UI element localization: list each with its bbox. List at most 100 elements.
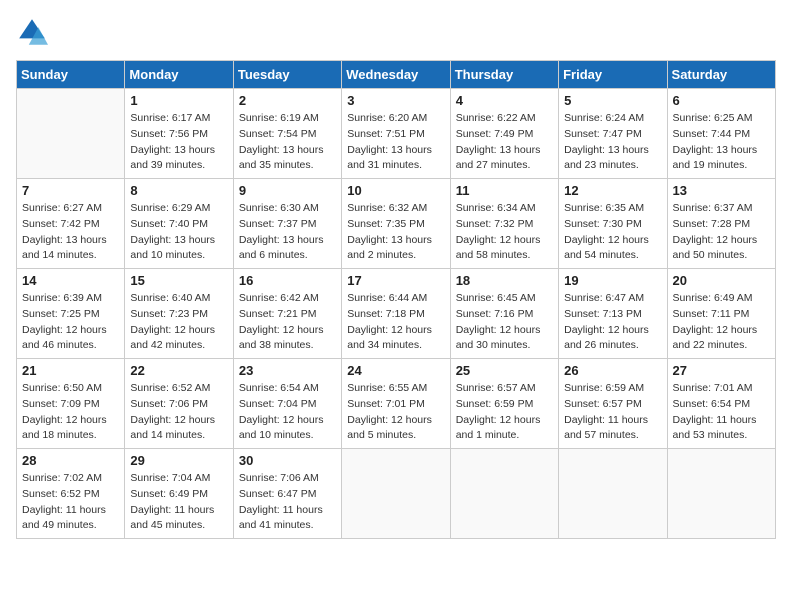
- calendar-week-2: 7 Sunrise: 6:27 AMSunset: 7:42 PMDaylight…: [17, 179, 776, 269]
- day-number: 14: [22, 273, 119, 288]
- day-number: 25: [456, 363, 553, 378]
- day-info: Sunrise: 6:20 AMSunset: 7:51 PMDaylight:…: [347, 111, 444, 174]
- calendar-cell: 7 Sunrise: 6:27 AMSunset: 7:42 PMDaylight…: [17, 179, 125, 269]
- calendar-week-3: 14 Sunrise: 6:39 AMSunset: 7:25 PMDayligh…: [17, 269, 776, 359]
- day-number: 28: [22, 453, 119, 468]
- calendar-cell: 20 Sunrise: 6:49 AMSunset: 7:11 PMDayligh…: [667, 269, 775, 359]
- calendar-cell: 27 Sunrise: 7:01 AMSunset: 6:54 PMDayligh…: [667, 359, 775, 449]
- calendar-cell: [559, 449, 667, 539]
- day-info: Sunrise: 7:02 AMSunset: 6:52 PMDaylight:…: [22, 471, 119, 534]
- day-number: 29: [130, 453, 227, 468]
- day-info: Sunrise: 6:30 AMSunset: 7:37 PMDaylight:…: [239, 201, 336, 264]
- calendar-cell: [17, 89, 125, 179]
- calendar-body: 1 Sunrise: 6:17 AMSunset: 7:56 PMDaylight…: [17, 89, 776, 539]
- calendar-cell: 15Sunrise: 6:40 AMSunset: 7:23 PMDayligh…: [125, 269, 233, 359]
- logo: [16, 16, 52, 48]
- calendar-cell: 1 Sunrise: 6:17 AMSunset: 7:56 PMDaylight…: [125, 89, 233, 179]
- calendar-cell: 5 Sunrise: 6:24 AMSunset: 7:47 PMDaylight…: [559, 89, 667, 179]
- day-number: 26: [564, 363, 661, 378]
- calendar-week-5: 28 Sunrise: 7:02 AMSunset: 6:52 PMDayligh…: [17, 449, 776, 539]
- calendar-cell: 25 Sunrise: 6:57 AMSunset: 6:59 PMDayligh…: [450, 359, 558, 449]
- day-info: Sunrise: 6:37 AMSunset: 7:28 PMDaylight:…: [673, 201, 770, 264]
- day-number: 18: [456, 273, 553, 288]
- day-number: 19: [564, 273, 661, 288]
- day-info: Sunrise: 6:44 AMSunset: 7:18 PMDaylight:…: [347, 291, 444, 354]
- day-info: Sunrise: 6:59 AMSunset: 6:57 PMDaylight:…: [564, 381, 661, 444]
- weekday-header-row: SundayMondayTuesdayWednesdayThursdayFrid…: [17, 61, 776, 89]
- calendar-cell: 23Sunrise: 6:54 AMSunset: 7:04 PMDayligh…: [233, 359, 341, 449]
- day-number: 22: [130, 363, 227, 378]
- calendar-cell: 18 Sunrise: 6:45 AMSunset: 7:16 PMDayligh…: [450, 269, 558, 359]
- day-info: Sunrise: 6:34 AMSunset: 7:32 PMDaylight:…: [456, 201, 553, 264]
- day-number: 1: [130, 93, 227, 108]
- calendar-cell: [342, 449, 450, 539]
- calendar-cell: 17 Sunrise: 6:44 AMSunset: 7:18 PMDayligh…: [342, 269, 450, 359]
- weekday-header-monday: Monday: [125, 61, 233, 89]
- day-number: 30: [239, 453, 336, 468]
- day-info: Sunrise: 6:27 AMSunset: 7:42 PMDaylight:…: [22, 201, 119, 264]
- day-info: Sunrise: 6:50 AMSunset: 7:09 PMDaylight:…: [22, 381, 119, 444]
- day-number: 24: [347, 363, 444, 378]
- day-number: 2: [239, 93, 336, 108]
- weekday-header-friday: Friday: [559, 61, 667, 89]
- day-info: Sunrise: 6:49 AMSunset: 7:11 PMDaylight:…: [673, 291, 770, 354]
- day-number: 6: [673, 93, 770, 108]
- day-number: 5: [564, 93, 661, 108]
- calendar-cell: 28 Sunrise: 7:02 AMSunset: 6:52 PMDayligh…: [17, 449, 125, 539]
- weekday-header-saturday: Saturday: [667, 61, 775, 89]
- day-info: Sunrise: 6:45 AMSunset: 7:16 PMDaylight:…: [456, 291, 553, 354]
- day-number: 27: [673, 363, 770, 378]
- calendar-cell: 11 Sunrise: 6:34 AMSunset: 7:32 PMDayligh…: [450, 179, 558, 269]
- calendar-cell: 14 Sunrise: 6:39 AMSunset: 7:25 PMDayligh…: [17, 269, 125, 359]
- calendar-cell: 8 Sunrise: 6:29 AMSunset: 7:40 PMDaylight…: [125, 179, 233, 269]
- day-number: 11: [456, 183, 553, 198]
- day-info: Sunrise: 6:19 AMSunset: 7:54 PMDaylight:…: [239, 111, 336, 174]
- calendar-cell: 21 Sunrise: 6:50 AMSunset: 7:09 PMDayligh…: [17, 359, 125, 449]
- day-info: Sunrise: 6:22 AMSunset: 7:49 PMDaylight:…: [456, 111, 553, 174]
- day-info: Sunrise: 6:29 AMSunset: 7:40 PMDaylight:…: [130, 201, 227, 264]
- calendar-table: SundayMondayTuesdayWednesdayThursdayFrid…: [16, 60, 776, 539]
- day-info: Sunrise: 6:24 AMSunset: 7:47 PMDaylight:…: [564, 111, 661, 174]
- calendar-header: SundayMondayTuesdayWednesdayThursdayFrid…: [17, 61, 776, 89]
- day-number: 3: [347, 93, 444, 108]
- day-info: Sunrise: 6:40 AMSunset: 7:23 PMDaylight:…: [130, 291, 227, 354]
- day-number: 7: [22, 183, 119, 198]
- day-info: Sunrise: 6:42 AMSunset: 7:21 PMDaylight:…: [239, 291, 336, 354]
- day-info: Sunrise: 7:06 AMSunset: 6:47 PMDaylight:…: [239, 471, 336, 534]
- day-info: Sunrise: 7:01 AMSunset: 6:54 PMDaylight:…: [673, 381, 770, 444]
- day-number: 17: [347, 273, 444, 288]
- calendar-week-4: 21 Sunrise: 6:50 AMSunset: 7:09 PMDayligh…: [17, 359, 776, 449]
- day-info: Sunrise: 6:54 AMSunset: 7:04 PMDaylight:…: [239, 381, 336, 444]
- weekday-header-sunday: Sunday: [17, 61, 125, 89]
- calendar-cell: 29 Sunrise: 7:04 AMSunset: 6:49 PMDayligh…: [125, 449, 233, 539]
- calendar-cell: 6 Sunrise: 6:25 AMSunset: 7:44 PMDaylight…: [667, 89, 775, 179]
- day-number: 20: [673, 273, 770, 288]
- calendar-cell: 10 Sunrise: 6:32 AMSunset: 7:35 PMDayligh…: [342, 179, 450, 269]
- day-number: 9: [239, 183, 336, 198]
- day-info: Sunrise: 6:47 AMSunset: 7:13 PMDaylight:…: [564, 291, 661, 354]
- day-number: 21: [22, 363, 119, 378]
- day-number: 4: [456, 93, 553, 108]
- calendar-cell: 22Sunrise: 6:52 AMSunset: 7:06 PMDayligh…: [125, 359, 233, 449]
- weekday-header-wednesday: Wednesday: [342, 61, 450, 89]
- calendar-cell: [450, 449, 558, 539]
- calendar-cell: [667, 449, 775, 539]
- calendar-cell: 9 Sunrise: 6:30 AMSunset: 7:37 PMDaylight…: [233, 179, 341, 269]
- day-info: Sunrise: 6:55 AMSunset: 7:01 PMDaylight:…: [347, 381, 444, 444]
- weekday-header-tuesday: Tuesday: [233, 61, 341, 89]
- day-number: 8: [130, 183, 227, 198]
- page-header: [16, 16, 776, 48]
- day-info: Sunrise: 6:57 AMSunset: 6:59 PMDaylight:…: [456, 381, 553, 444]
- day-number: 10: [347, 183, 444, 198]
- day-info: Sunrise: 6:32 AMSunset: 7:35 PMDaylight:…: [347, 201, 444, 264]
- calendar-cell: 30 Sunrise: 7:06 AMSunset: 6:47 PMDayligh…: [233, 449, 341, 539]
- day-info: Sunrise: 6:25 AMSunset: 7:44 PMDaylight:…: [673, 111, 770, 174]
- calendar-cell: 19 Sunrise: 6:47 AMSunset: 7:13 PMDayligh…: [559, 269, 667, 359]
- calendar-cell: 13 Sunrise: 6:37 AMSunset: 7:28 PMDayligh…: [667, 179, 775, 269]
- day-info: Sunrise: 6:39 AMSunset: 7:25 PMDaylight:…: [22, 291, 119, 354]
- day-number: 13: [673, 183, 770, 198]
- day-info: Sunrise: 6:35 AMSunset: 7:30 PMDaylight:…: [564, 201, 661, 264]
- day-info: Sunrise: 7:04 AMSunset: 6:49 PMDaylight:…: [130, 471, 227, 534]
- calendar-cell: 2 Sunrise: 6:19 AMSunset: 7:54 PMDaylight…: [233, 89, 341, 179]
- day-info: Sunrise: 6:17 AMSunset: 7:56 PMDaylight:…: [130, 111, 227, 174]
